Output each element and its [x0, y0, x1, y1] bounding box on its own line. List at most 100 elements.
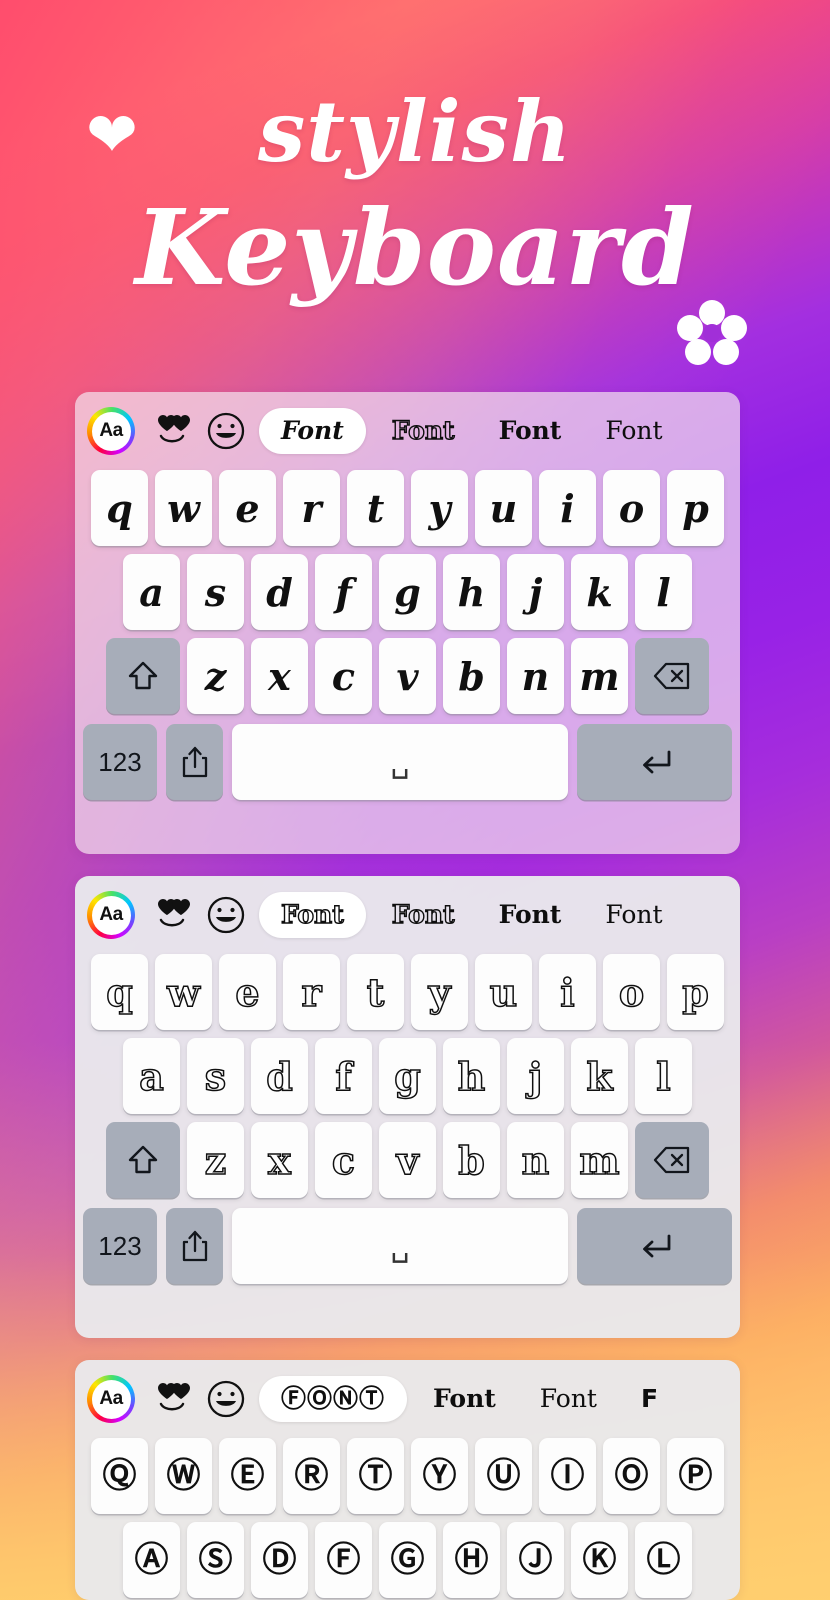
key[interactable]: o — [603, 470, 660, 546]
font-style-button[interactable]: Aa — [87, 1375, 135, 1423]
font-chip[interactable]: F — [619, 1376, 681, 1422]
font-chip[interactable]: Font — [370, 892, 477, 938]
key[interactable]: Ⓐ — [123, 1522, 180, 1598]
smiley-emoji-icon[interactable] — [203, 892, 249, 938]
key[interactable]: b — [443, 1122, 500, 1198]
font-chip[interactable]: Font — [583, 892, 684, 938]
key[interactable]: l — [635, 554, 692, 630]
key[interactable]: v — [379, 638, 436, 714]
font-chip[interactable]: Font — [583, 408, 684, 454]
key[interactable]: Ⓚ — [571, 1522, 628, 1598]
key[interactable]: z — [187, 638, 244, 714]
heart-eyes-emoji-icon[interactable] — [151, 408, 197, 454]
key[interactable]: j — [507, 1038, 564, 1114]
key[interactable]: Ⓞ — [603, 1438, 660, 1514]
space-key[interactable]: ␣ — [232, 724, 568, 800]
key[interactable]: Ⓔ — [219, 1438, 276, 1514]
smiley-emoji-icon[interactable] — [203, 408, 249, 454]
key[interactable]: f — [315, 554, 372, 630]
key[interactable]: Ⓗ — [443, 1522, 500, 1598]
font-chip-selected[interactable]: Font — [259, 408, 366, 454]
key[interactable]: r — [283, 954, 340, 1030]
space-key[interactable]: ␣ — [232, 1208, 568, 1284]
heart-eyes-emoji-icon[interactable] — [151, 892, 197, 938]
key[interactable]: h — [443, 554, 500, 630]
numbers-key[interactable]: 123 — [83, 724, 157, 800]
key[interactable]: u — [475, 954, 532, 1030]
key[interactable]: d — [251, 554, 308, 630]
key[interactable]: o — [603, 954, 660, 1030]
key[interactable]: i — [539, 954, 596, 1030]
key[interactable]: Ⓖ — [379, 1522, 436, 1598]
key[interactable]: e — [219, 470, 276, 546]
font-chip[interactable]: Font — [477, 408, 584, 454]
key[interactable]: w — [155, 954, 212, 1030]
backspace-key[interactable] — [635, 1122, 709, 1198]
shift-key[interactable] — [106, 1122, 180, 1198]
key[interactable]: d — [251, 1038, 308, 1114]
key[interactable]: p — [667, 954, 724, 1030]
key[interactable]: m — [571, 638, 628, 714]
font-style-button[interactable]: Aa — [87, 891, 135, 939]
key[interactable]: q — [91, 470, 148, 546]
key[interactable]: j — [507, 554, 564, 630]
key[interactable]: m — [571, 1122, 628, 1198]
key[interactable]: t — [347, 470, 404, 546]
key[interactable]: k — [571, 554, 628, 630]
key[interactable]: c — [315, 1122, 372, 1198]
key[interactable]: Ⓨ — [411, 1438, 468, 1514]
backspace-key[interactable] — [635, 638, 709, 714]
font-chip[interactable]: Font — [411, 1376, 518, 1422]
font-chip-selected[interactable]: ⒻⓄⓃⓉ — [259, 1376, 408, 1422]
key[interactable]: c — [315, 638, 372, 714]
key[interactable]: Ⓣ — [347, 1438, 404, 1514]
key[interactable]: x — [251, 1122, 308, 1198]
key[interactable]: q — [91, 954, 148, 1030]
key[interactable]: a — [123, 1038, 180, 1114]
key[interactable]: Ⓕ — [315, 1522, 372, 1598]
key[interactable]: e — [219, 954, 276, 1030]
key[interactable]: f — [315, 1038, 372, 1114]
key[interactable]: Ⓟ — [667, 1438, 724, 1514]
return-key[interactable] — [577, 724, 732, 800]
font-chip[interactable]: Font — [518, 1376, 619, 1422]
key[interactable]: Ⓙ — [507, 1522, 564, 1598]
key[interactable]: t — [347, 954, 404, 1030]
key[interactable]: s — [187, 554, 244, 630]
return-key[interactable] — [577, 1208, 732, 1284]
key[interactable]: Ⓢ — [187, 1522, 244, 1598]
key[interactable]: Ⓠ — [91, 1438, 148, 1514]
shift-key[interactable] — [106, 638, 180, 714]
key[interactable]: v — [379, 1122, 436, 1198]
key[interactable]: Ⓦ — [155, 1438, 212, 1514]
font-chip-selected[interactable]: Font — [259, 892, 366, 938]
share-key[interactable] — [166, 1208, 223, 1284]
share-key[interactable] — [166, 724, 223, 800]
key[interactable]: Ⓡ — [283, 1438, 340, 1514]
key[interactable]: n — [507, 1122, 564, 1198]
key[interactable]: u — [475, 470, 532, 546]
key[interactable]: z — [187, 1122, 244, 1198]
key[interactable]: k — [571, 1038, 628, 1114]
key[interactable]: i — [539, 470, 596, 546]
smiley-emoji-icon[interactable] — [203, 1376, 249, 1422]
key[interactable]: l — [635, 1038, 692, 1114]
font-style-button[interactable]: Aa — [87, 407, 135, 455]
key[interactable]: n — [507, 638, 564, 714]
key[interactable]: h — [443, 1038, 500, 1114]
key[interactable]: Ⓤ — [475, 1438, 532, 1514]
key[interactable]: w — [155, 470, 212, 546]
key[interactable]: g — [379, 554, 436, 630]
key[interactable]: Ⓓ — [251, 1522, 308, 1598]
key[interactable]: s — [187, 1038, 244, 1114]
key[interactable]: r — [283, 470, 340, 546]
key[interactable]: Ⓛ — [635, 1522, 692, 1598]
key[interactable]: b — [443, 638, 500, 714]
font-chip[interactable]: Font — [477, 892, 584, 938]
numbers-key[interactable]: 123 — [83, 1208, 157, 1284]
font-chip[interactable]: Font — [370, 408, 477, 454]
key[interactable]: x — [251, 638, 308, 714]
key[interactable]: y — [411, 470, 468, 546]
key[interactable]: Ⓘ — [539, 1438, 596, 1514]
heart-eyes-emoji-icon[interactable] — [151, 1376, 197, 1422]
